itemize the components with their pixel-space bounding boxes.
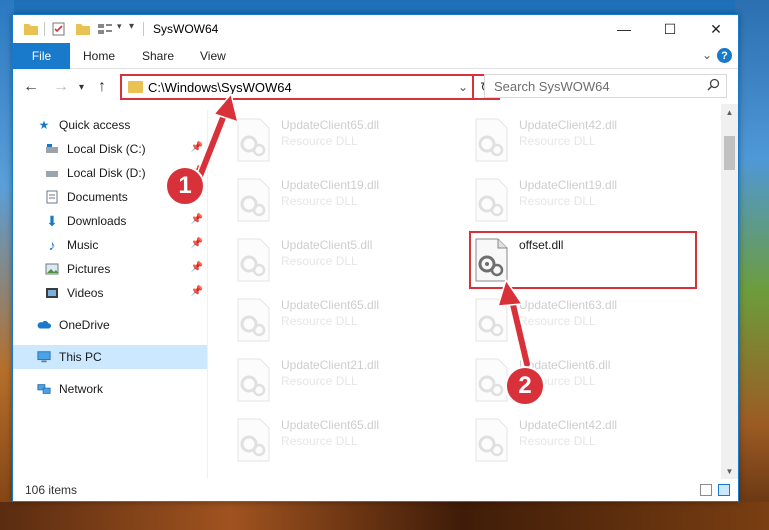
callout-arrows [195, 92, 532, 369]
callout-badge-1: 1 [165, 166, 205, 206]
callout-badge-2: 2 [505, 366, 545, 406]
